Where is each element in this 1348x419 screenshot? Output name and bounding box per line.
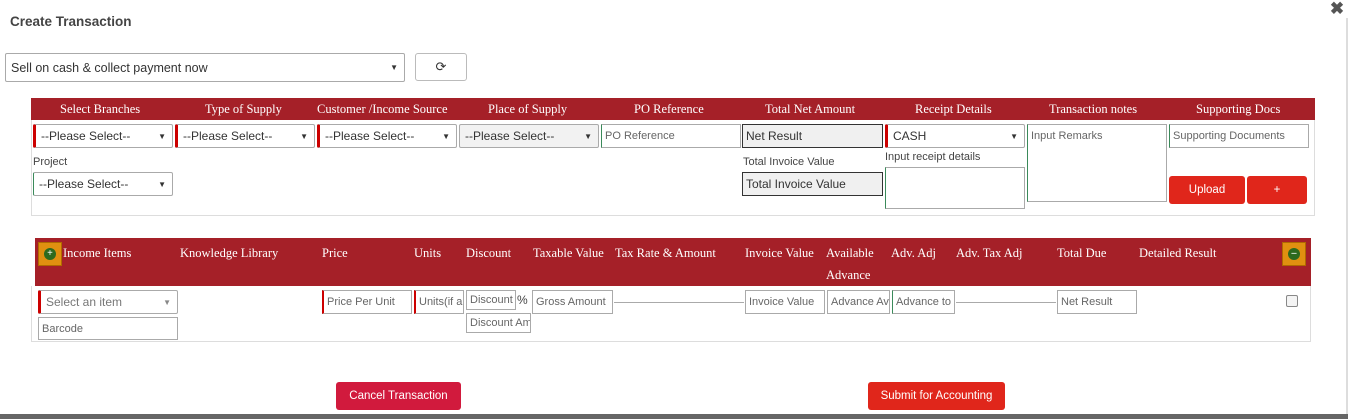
chevron-down-icon: ▼: [158, 131, 166, 141]
barcode-input[interactable]: Barcode: [38, 317, 178, 340]
tax-rate-placeholder-line: [614, 302, 744, 303]
col-available: Available: [826, 246, 874, 260]
receipt-details-label: Input receipt details: [885, 151, 981, 163]
col-select-branches: Select Branches: [60, 102, 141, 116]
units-input[interactable]: Units(if any): [414, 290, 464, 314]
col-customer: Customer /Income Source: [317, 102, 448, 116]
customer-select[interactable]: --Please Select-- ▼: [317, 124, 457, 148]
col-type-of-supply: Type of Supply: [205, 102, 282, 116]
receipt-mode-select[interactable]: CASH ▼: [885, 124, 1025, 148]
project-label: Project: [33, 156, 68, 168]
percent-sign: %: [517, 293, 528, 307]
item-select-value: Select an item: [46, 295, 123, 309]
modal-bottom-border: [0, 414, 1348, 419]
price-input[interactable]: Price Per Unit: [322, 290, 412, 314]
col-discount: Discount: [466, 246, 512, 260]
col-supporting-docs: Supporting Docs: [1196, 102, 1281, 116]
remove-item-button[interactable]: –: [1282, 242, 1306, 266]
add-item-button[interactable]: +: [38, 242, 62, 266]
col-transaction-notes: Transaction notes: [1049, 102, 1138, 116]
chevron-down-icon: ▼: [1010, 131, 1018, 141]
col-price: Price: [322, 246, 348, 260]
place-value: --Please Select--: [465, 129, 555, 143]
close-icon[interactable]: ✖: [1329, 0, 1345, 17]
chevron-down-icon: ▼: [442, 131, 450, 141]
gross-amount-field: Gross Amount: [532, 290, 613, 314]
plus-icon: +: [44, 248, 56, 260]
col-detailed-result: Detailed Result: [1139, 246, 1217, 260]
remarks-textarea[interactable]: Input Remarks: [1027, 124, 1167, 202]
item-select[interactable]: Select an item ▼: [38, 290, 178, 314]
col-total-net-amount: Total Net Amount: [765, 102, 856, 116]
row-net-result-field: Net Result: [1057, 290, 1137, 314]
discount-percent-input[interactable]: Discount %: [466, 290, 516, 310]
supply-type-value: --Please Select--: [183, 129, 273, 143]
transaction-type-select[interactable]: Sell on cash & collect payment now ▼: [5, 53, 405, 82]
col-advance: Advance: [826, 268, 871, 282]
branch-select-value: --Please Select--: [41, 129, 131, 143]
project-select[interactable]: --Please Select-- ▼: [33, 172, 173, 196]
col-adv-tax-adj: Adv. Tax Adj: [956, 246, 1023, 260]
refresh-icon: ⟳: [435, 59, 447, 74]
chevron-down-icon: ▼: [390, 63, 398, 72]
chevron-down-icon: ▼: [158, 179, 166, 189]
upload-button[interactable]: Upload: [1169, 176, 1245, 204]
col-taxable-value: Taxable Value: [533, 246, 604, 260]
branch-select[interactable]: --Please Select-- ▼: [33, 124, 173, 148]
total-invoice-label: Total Invoice Value: [743, 156, 835, 168]
net-result-field: Net Result: [742, 124, 883, 148]
advance-adjust-input[interactable]: Advance to adjust: [892, 290, 955, 314]
chevron-down-icon: ▼: [163, 297, 171, 307]
advance-available-field: Advance Available: [827, 290, 890, 314]
customer-value: --Please Select--: [325, 129, 415, 143]
submit-for-accounting-button[interactable]: Submit for Accounting: [868, 382, 1005, 410]
col-place-of-supply: Place of Supply: [488, 102, 568, 116]
items-header-row: + Income Items Knowledge Library Price U…: [35, 238, 1311, 286]
discount-amount-input[interactable]: Discount Amount: [466, 313, 531, 333]
total-invoice-field: Total Invoice Value: [742, 172, 883, 196]
cancel-transaction-button[interactable]: Cancel Transaction: [336, 382, 461, 410]
receipt-details-textarea[interactable]: [885, 167, 1025, 209]
col-income-items: Income Items: [63, 246, 132, 260]
supporting-docs-input[interactable]: Supporting Documents: [1169, 124, 1309, 148]
col-po-reference: PO Reference: [634, 102, 704, 116]
po-reference-input[interactable]: PO Reference: [601, 124, 741, 148]
col-receipt-details: Receipt Details: [915, 102, 992, 116]
add-document-button[interactable]: +: [1247, 176, 1307, 204]
col-invoice-value: Invoice Value: [745, 246, 814, 260]
col-total-due: Total Due: [1057, 246, 1107, 260]
place-select[interactable]: --Please Select-- ▼: [459, 124, 599, 148]
col-units: Units: [414, 246, 442, 260]
chevron-down-icon: ▼: [584, 131, 592, 141]
transaction-type-value: Sell on cash & collect payment now: [11, 60, 208, 75]
transaction-header-row: Select Branches Type of Supply Customer …: [31, 98, 1315, 120]
row-select-checkbox[interactable]: [1286, 295, 1298, 307]
receipt-mode-value: CASH: [893, 129, 927, 143]
col-tax-rate: Tax Rate & Amount: [615, 246, 716, 260]
dialog-title: Create Transaction: [10, 14, 132, 29]
chevron-down-icon: ▼: [300, 131, 308, 141]
supply-type-select[interactable]: --Please Select-- ▼: [175, 124, 315, 148]
adv-tax-placeholder-line: [956, 302, 1056, 303]
invoice-value-field: Invoice Value: [745, 290, 825, 314]
minus-icon: –: [1288, 248, 1300, 260]
project-value: --Please Select--: [39, 177, 129, 191]
col-adv-adj: Adv. Adj: [891, 246, 937, 260]
refresh-button[interactable]: ⟳: [415, 53, 467, 81]
col-knowledge-library: Knowledge Library: [180, 246, 279, 260]
